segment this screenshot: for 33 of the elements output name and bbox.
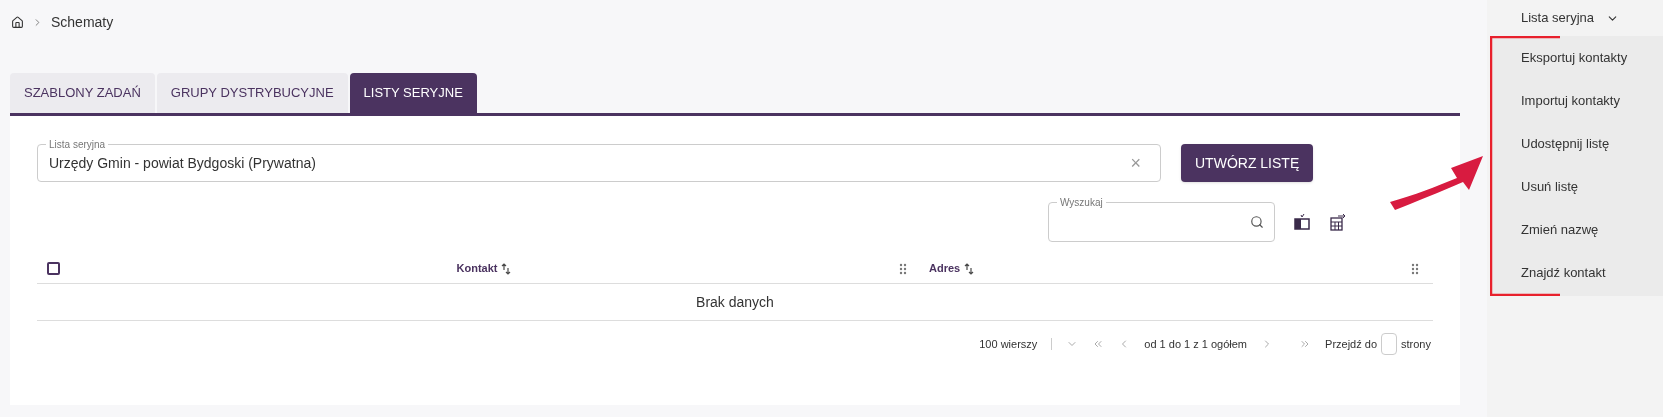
field-value: Urzędy Gmin - powiat Bydgoski (Prywatna) (49, 153, 317, 173)
table-export-icon[interactable] (1329, 213, 1347, 231)
sort-icon[interactable] (501, 262, 512, 275)
breadcrumb-item[interactable]: Schematy (51, 11, 114, 33)
create-list-button[interactable]: UTWÓRZ LISTĘ (1181, 144, 1314, 182)
tab[interactable]: LISTY SERYJNE (349, 73, 477, 113)
page-range: od 1 do 1 z 1 ogółem (1144, 336, 1248, 352)
menu-item[interactable]: Importuj kontakty (1490, 79, 1663, 122)
checkbox[interactable] (46, 262, 60, 275)
menu-item[interactable]: Zmień nazwę (1490, 208, 1663, 251)
menu-title-button[interactable]: Lista seryjna (1487, 0, 1663, 36)
sort-icon[interactable] (964, 262, 975, 275)
column-header[interactable]: Kontakt (456, 260, 498, 277)
column-header[interactable]: Adres (929, 260, 961, 277)
tab[interactable]: GRUPY DYSTRYBUCYJNE (156, 73, 348, 113)
tab[interactable]: SZABLONY ZADAŃ (10, 73, 155, 113)
first-page-icon[interactable] (1092, 338, 1105, 350)
search-icon[interactable] (1250, 215, 1264, 229)
home-icon[interactable] (11, 15, 24, 29)
drag-handle-icon[interactable] (899, 262, 907, 275)
menu-item[interactable]: Usuń listę (1490, 165, 1663, 208)
field-label: Wyszukaj (1057, 195, 1106, 210)
empty-message: Brak danych (696, 292, 774, 312)
page-input[interactable] (1381, 333, 1398, 355)
drag-handle-icon[interactable] (1411, 262, 1419, 275)
goto-label: Przejdź do (1325, 336, 1378, 352)
menu-item[interactable]: Eksportuj kontakty (1490, 36, 1663, 79)
menu-item[interactable]: Udostępnij listę (1490, 122, 1663, 165)
rows-per-page: 100 wierszy (979, 336, 1038, 352)
field-label: Lista seryjna (46, 137, 109, 152)
columns-icon[interactable] (1293, 213, 1311, 231)
pages-label: strony (1401, 336, 1431, 352)
menu-item[interactable]: Znajdź kontakt (1490, 251, 1663, 294)
